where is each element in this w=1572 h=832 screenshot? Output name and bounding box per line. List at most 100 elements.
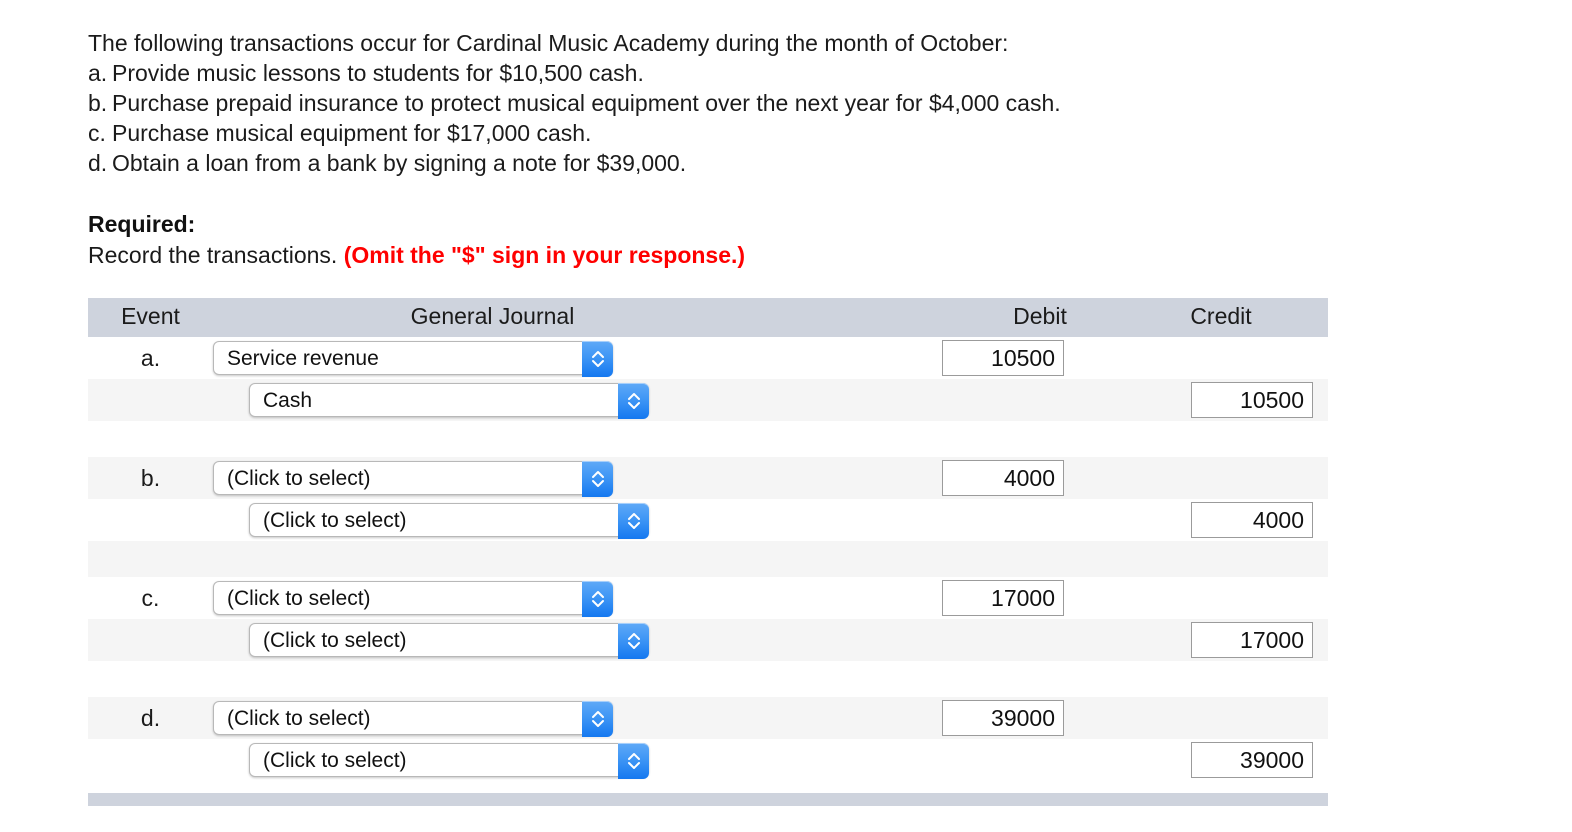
spacer-cell — [942, 541, 1132, 577]
credit-cell: 4000 — [1132, 499, 1328, 541]
list-item-text: Purchase prepaid insurance to protect mu… — [112, 90, 1061, 116]
account-select-value: (Click to select) — [263, 509, 407, 532]
chevron-updown-icon[interactable] — [618, 623, 649, 659]
debit-cell: 10500 — [942, 337, 1132, 379]
credit-input[interactable]: 4000 — [1191, 502, 1313, 538]
chevron-updown-icon[interactable] — [582, 341, 613, 377]
table-row: b. (Click to select) 4000 — [88, 457, 1328, 499]
account-select[interactable]: (Click to select) — [249, 743, 649, 779]
account-select-value: (Click to select) — [227, 587, 371, 610]
spacer-cell — [88, 421, 213, 457]
spacer-cell — [1132, 541, 1328, 577]
table-row: Cash 10500 — [88, 379, 1328, 421]
account-select[interactable]: (Click to select) — [213, 581, 613, 617]
event-label — [88, 619, 213, 661]
credit-input[interactable]: 17000 — [1191, 622, 1313, 658]
credit-cell: 10500 — [1132, 379, 1328, 421]
account-select-value: Service revenue — [227, 347, 379, 370]
account-select[interactable]: (Click to select) — [249, 503, 649, 539]
credit-cell: 39000 — [1132, 739, 1328, 781]
problem-intro: The following transactions occur for Car… — [88, 30, 1009, 56]
debit-cell — [942, 739, 1132, 781]
debit-cell — [942, 379, 1132, 421]
table-row: (Click to select) 4000 — [88, 499, 1328, 541]
credit-cell — [1132, 697, 1328, 739]
list-item-text: Obtain a loan from a bank by signing a n… — [112, 150, 687, 176]
account-select[interactable]: (Click to select) — [213, 701, 613, 737]
spacer-cell — [213, 661, 942, 697]
journal-account-cell: (Click to select) — [213, 499, 942, 541]
spacer-cell — [88, 541, 213, 577]
omit-dollar-note: (Omit the "$" sign in your response.) — [343, 242, 746, 268]
account-select-value: (Click to select) — [227, 707, 371, 730]
spacer-cell — [1132, 421, 1328, 457]
credit-input[interactable]: 39000 — [1191, 742, 1313, 778]
chevron-updown-icon[interactable] — [618, 503, 649, 539]
event-label — [88, 499, 213, 541]
event-label: c. — [88, 577, 213, 619]
event-label: d. — [88, 697, 213, 739]
required-instruction: Record the transactions. — [88, 242, 338, 268]
credit-cell — [1132, 457, 1328, 499]
debit-cell — [942, 619, 1132, 661]
table-footer-bar — [88, 793, 1328, 806]
account-select[interactable]: (Click to select) — [213, 461, 613, 497]
table-row: c. (Click to select) 17000 — [88, 577, 1328, 619]
table-row: (Click to select) 17000 — [88, 619, 1328, 661]
debit-cell: 17000 — [942, 577, 1132, 619]
event-label: a. — [88, 337, 213, 379]
journal-account-cell: (Click to select) — [213, 619, 942, 661]
debit-cell: 39000 — [942, 697, 1132, 739]
table-row: a. Service revenue 10500 — [88, 337, 1328, 379]
journal-account-cell: Service revenue — [213, 337, 942, 379]
chevron-updown-icon[interactable] — [582, 461, 613, 497]
column-header-event: Event — [88, 298, 213, 337]
chevron-updown-icon[interactable] — [582, 581, 613, 617]
debit-input[interactable]: 39000 — [942, 700, 1064, 736]
spacer-cell — [213, 541, 942, 577]
account-select-value: (Click to select) — [227, 467, 371, 490]
spacer-cell — [213, 421, 942, 457]
spacer-cell — [942, 421, 1132, 457]
column-header-debit: Debit — [942, 298, 1132, 337]
event-label — [88, 379, 213, 421]
account-select-value: (Click to select) — [263, 629, 407, 652]
chevron-updown-icon[interactable] — [582, 701, 613, 737]
problem-statement: The following transactions occur for Car… — [88, 28, 1572, 178]
column-header-journal: General Journal — [213, 298, 942, 337]
journal-account-cell: Cash — [213, 379, 942, 421]
debit-input[interactable]: 4000 — [942, 460, 1064, 496]
spacer-cell — [942, 661, 1132, 697]
general-journal-table: Event General Journal Debit Credit a. Se… — [88, 298, 1328, 806]
worksheet-page: The following transactions occur for Car… — [0, 0, 1572, 832]
journal-account-cell: (Click to select) — [213, 697, 942, 739]
list-item: c. Purchase musical equipment for $17,00… — [88, 118, 1572, 148]
required-block: Required: Record the transactions. (Omit… — [88, 209, 1572, 271]
journal-account-cell: (Click to select) — [213, 457, 942, 499]
entry-spacer-row — [88, 541, 1328, 577]
debit-input[interactable]: 10500 — [942, 340, 1064, 376]
chevron-updown-icon[interactable] — [618, 383, 649, 419]
account-select[interactable]: Cash — [249, 383, 649, 419]
credit-cell — [1132, 337, 1328, 379]
entry-spacer-row — [88, 421, 1328, 457]
account-select-value: (Click to select) — [263, 749, 407, 772]
credit-input[interactable]: 10500 — [1191, 382, 1313, 418]
spacer-cell — [88, 661, 213, 697]
list-item: b. Purchase prepaid insurance to protect… — [88, 88, 1572, 118]
entry-spacer-row — [88, 661, 1328, 697]
transaction-list: a. Provide music lessons to students for… — [88, 58, 1572, 178]
event-label: b. — [88, 457, 213, 499]
list-item-marker: a. — [88, 60, 108, 86]
list-item-text: Provide music lessons to students for $1… — [112, 60, 644, 86]
credit-cell — [1132, 577, 1328, 619]
chevron-updown-icon[interactable] — [618, 743, 649, 779]
list-item: d. Obtain a loan from a bank by signing … — [88, 148, 1572, 178]
journal-account-cell: (Click to select) — [213, 739, 942, 781]
debit-input[interactable]: 17000 — [942, 580, 1064, 616]
account-select[interactable]: (Click to select) — [249, 623, 649, 659]
account-select[interactable]: Service revenue — [213, 341, 613, 377]
account-select-value: Cash — [263, 389, 313, 412]
column-header-credit: Credit — [1132, 298, 1328, 337]
spacer-cell — [1132, 661, 1328, 697]
